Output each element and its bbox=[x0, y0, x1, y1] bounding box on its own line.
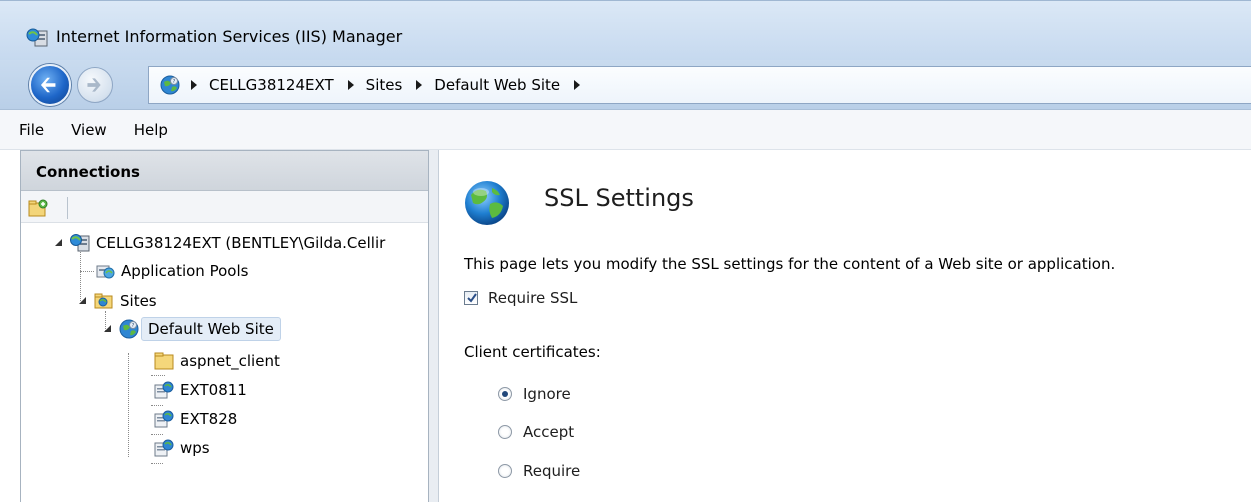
tree-line bbox=[151, 463, 163, 464]
tree-line bbox=[80, 271, 94, 272]
radio-ignore[interactable] bbox=[498, 387, 512, 401]
connect-icon[interactable] bbox=[27, 197, 49, 219]
forward-button[interactable] bbox=[77, 67, 113, 103]
collapsed-toggle-icon[interactable] bbox=[137, 384, 149, 396]
application-icon bbox=[154, 381, 174, 399]
radio-label-require: Require bbox=[523, 462, 581, 480]
page-title: SSL Settings bbox=[544, 184, 694, 212]
menu-file[interactable]: File bbox=[0, 121, 44, 139]
forward-arrow-icon bbox=[87, 78, 101, 92]
radio-label-accept: Accept bbox=[523, 423, 575, 441]
tree-label-ext828: EXT828 bbox=[180, 410, 238, 428]
breadcrumb-server[interactable]: CELLG38124EXT bbox=[209, 76, 334, 94]
collapsed-toggle-icon[interactable] bbox=[137, 442, 149, 454]
svg-text:?: ? bbox=[173, 79, 176, 85]
radio-accept[interactable] bbox=[498, 425, 512, 439]
server-icon bbox=[70, 234, 90, 252]
radio-require[interactable] bbox=[498, 464, 512, 478]
radio-option-require[interactable]: Require bbox=[498, 462, 580, 480]
back-arrow-icon bbox=[40, 77, 56, 93]
connections-tree: CELLG38124EXT (BENTLEY\Gilda.Cellir Appl… bbox=[21, 223, 428, 502]
checkmark-icon bbox=[467, 293, 477, 303]
tree-node-sites[interactable]: Sites bbox=[77, 287, 157, 315]
ssl-globe-icon bbox=[465, 181, 509, 225]
tree-node-ext0811[interactable]: EXT0811 bbox=[137, 376, 247, 404]
expand-toggle-icon[interactable] bbox=[77, 295, 89, 307]
menu-help[interactable]: Help bbox=[115, 121, 168, 139]
folder-icon bbox=[154, 352, 174, 370]
radio-option-accept[interactable]: Accept bbox=[498, 423, 574, 441]
iis-manager-icon bbox=[26, 28, 48, 47]
breadcrumb-default-web-site[interactable]: Default Web Site bbox=[434, 76, 560, 94]
window-title: Internet Information Services (IIS) Mana… bbox=[56, 27, 403, 46]
page-description: This page lets you modify the SSL settin… bbox=[464, 255, 1116, 273]
application-icon bbox=[154, 410, 174, 428]
sites-folder-icon bbox=[94, 293, 113, 309]
connections-title: Connections bbox=[36, 163, 140, 181]
require-ssl-checkbox[interactable] bbox=[464, 291, 478, 305]
tree-label-sites: Sites bbox=[120, 292, 157, 310]
tree-label-default-web-site: Default Web Site bbox=[141, 317, 281, 341]
client-certificates-label: Client certificates: bbox=[464, 343, 601, 361]
tree-node-default-web-site[interactable]: ? Default Web Site bbox=[102, 315, 281, 343]
tree-node-wps[interactable]: wps bbox=[137, 434, 210, 462]
breadcrumb-separator-icon[interactable] bbox=[416, 80, 423, 90]
ssl-settings-page: SSL Settings This page lets you modify t… bbox=[440, 150, 1251, 502]
tree-node-ext828[interactable]: EXT828 bbox=[137, 405, 237, 433]
breadcrumb-separator-icon[interactable] bbox=[347, 80, 354, 90]
radio-option-ignore[interactable]: Ignore bbox=[498, 385, 571, 403]
breadcrumb: CELLG38124EXT Sites Default Web Site bbox=[187, 76, 592, 94]
tree-label-wps: wps bbox=[180, 439, 210, 457]
collapsed-toggle-icon[interactable] bbox=[137, 413, 149, 425]
breadcrumb-separator-icon[interactable] bbox=[191, 80, 197, 90]
require-ssl-row[interactable]: Require SSL bbox=[464, 289, 577, 307]
collapsed-toggle-icon[interactable] bbox=[137, 355, 149, 367]
expand-toggle-icon[interactable] bbox=[102, 323, 114, 335]
connections-toolbar bbox=[21, 191, 428, 223]
application-pools-icon bbox=[96, 265, 115, 279]
menu-view[interactable]: View bbox=[52, 121, 107, 139]
tree-node-server[interactable]: CELLG38124EXT (BENTLEY\Gilda.Cellir bbox=[53, 229, 385, 257]
panel-splitter[interactable] bbox=[429, 150, 439, 502]
connections-panel: Connections CELLG38124EXT (BENTLEY\Gilda… bbox=[20, 150, 429, 502]
tree-label-aspnet-client: aspnet_client bbox=[180, 352, 280, 370]
tree-label-application-pools: Application Pools bbox=[121, 262, 249, 280]
expand-toggle-icon[interactable] bbox=[53, 237, 65, 249]
tree-label-server: CELLG38124EXT (BENTLEY\Gilda.Cellir bbox=[96, 234, 386, 252]
tree-node-aspnet-client[interactable]: aspnet_client bbox=[137, 347, 280, 375]
menu-bar: File View Help bbox=[0, 110, 1251, 150]
connections-header: Connections bbox=[21, 151, 428, 191]
website-globe-icon: ? bbox=[119, 319, 139, 339]
breadcrumb-sites[interactable]: Sites bbox=[366, 76, 403, 94]
svg-text:?: ? bbox=[132, 323, 135, 329]
globe-icon: ? bbox=[160, 75, 180, 95]
tree-node-application-pools[interactable]: Application Pools bbox=[94, 257, 248, 285]
radio-label-ignore: Ignore bbox=[523, 385, 571, 403]
tree-line bbox=[128, 353, 129, 457]
require-ssl-label: Require SSL bbox=[488, 289, 578, 307]
toolbar-separator bbox=[67, 197, 68, 219]
application-icon bbox=[154, 439, 174, 457]
breadcrumb-separator-icon[interactable] bbox=[574, 80, 581, 90]
tree-label-ext0811: EXT0811 bbox=[180, 381, 247, 399]
address-bar[interactable]: ? CELLG38124EXT Sites Default Web Site bbox=[148, 66, 1251, 104]
back-button[interactable] bbox=[29, 64, 71, 106]
title-bar: Internet Information Services (IIS) Mana… bbox=[0, 0, 1251, 60]
